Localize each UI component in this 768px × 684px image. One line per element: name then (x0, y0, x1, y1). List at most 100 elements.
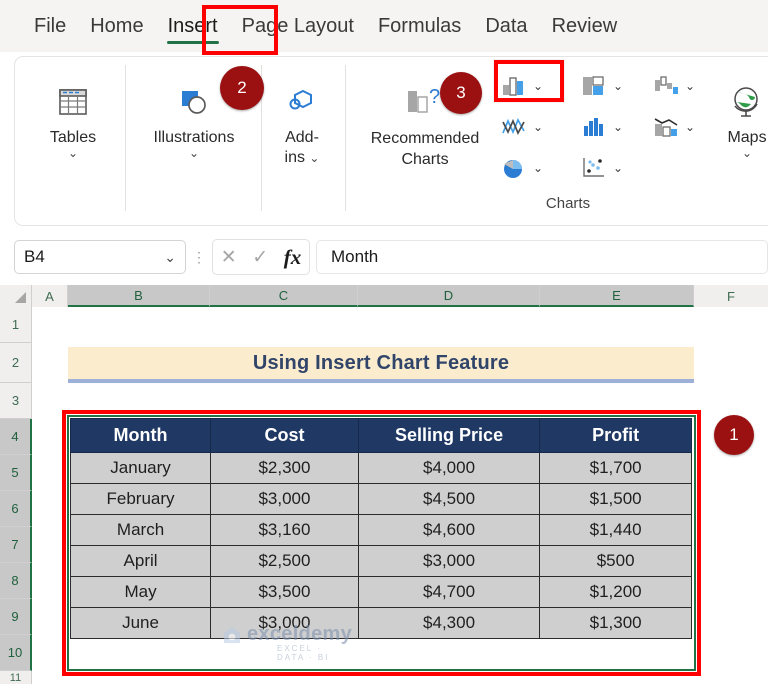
scatter-chart-button[interactable]: ⌄ (577, 153, 623, 183)
pie-doughnut-chevron-down-icon[interactable]: ⌄ (533, 161, 543, 175)
combo-chart-button[interactable]: ⌄ (649, 112, 695, 142)
line-area-chart-icon (497, 112, 531, 142)
column-header-row: A B C D E F (0, 285, 768, 307)
row-header-4[interactable]: 4 (0, 419, 32, 455)
column-bar-chart-button[interactable]: ⌄ (497, 71, 543, 101)
add-ins-chevron-down-icon[interactable]: ⌄ (309, 151, 319, 165)
line-area-chevron-down-icon[interactable]: ⌄ (533, 120, 543, 134)
enter-icon[interactable]: ✓ (252, 246, 268, 269)
cell-cost-june[interactable]: $3,000 (210, 607, 359, 639)
column-bar-chart-icon (497, 71, 531, 101)
formula-bar-drag-handle[interactable]: ⋮ (189, 250, 209, 264)
cell-cost-january[interactable]: $2,300 (210, 452, 359, 484)
cancel-icon[interactable]: ✕ (221, 246, 237, 269)
column-header-d-label: D (443, 287, 454, 303)
line-area-chart-button[interactable]: ⌄ (497, 112, 543, 142)
statistic-chart-icon (577, 112, 611, 142)
column-header-c[interactable]: C (210, 285, 358, 307)
row-header-9[interactable]: 9 (0, 599, 32, 635)
cell-profit-may[interactable]: $1,200 (539, 576, 692, 608)
name-box-value: B4 (24, 247, 45, 266)
row-header-10[interactable]: 10 (0, 635, 32, 671)
select-all-corner[interactable] (0, 285, 32, 307)
cell-profit-june[interactable]: $1,300 (539, 607, 692, 639)
tab-insert-label: Insert (167, 15, 218, 37)
illustrations-chevron-down-icon[interactable]: ⌄ (137, 147, 251, 159)
cell-cost-april[interactable]: $2,500 (210, 545, 359, 577)
callout-badge-1-number: 1 (729, 425, 739, 444)
tab-file[interactable]: File (22, 9, 78, 43)
sheet-title-text: Using Insert Chart Feature (252, 351, 510, 374)
cell-selling-price-march[interactable]: $4,600 (357, 514, 541, 546)
maps-chevron-down-icon[interactable]: ⌄ (711, 147, 768, 159)
column-header-b[interactable]: B (68, 285, 210, 307)
cell-month-february[interactable]: February (69, 483, 212, 515)
hierarchy-chevron-down-icon[interactable]: ⌄ (613, 79, 623, 93)
tab-home-label: Home (90, 15, 144, 37)
cell-month-january[interactable]: January (69, 452, 212, 484)
cell-selling-price-january[interactable]: $4,000 (357, 452, 541, 484)
row-header-6[interactable]: 6 (0, 491, 32, 527)
sheet-title-banner: Using Insert Chart Feature (68, 347, 694, 379)
tab-review[interactable]: Review (540, 9, 630, 43)
tab-home[interactable]: Home (78, 9, 155, 43)
table-row: April $2,500 $3,000 $500 (69, 545, 692, 577)
hierarchy-chart-button[interactable]: ⌄ (577, 71, 623, 101)
cell-selling-price-may[interactable]: $4,700 (357, 576, 541, 608)
cell-selling-price-february[interactable]: $4,500 (357, 483, 541, 515)
cell-profit-march[interactable]: $1,440 (539, 514, 692, 546)
column-header-f[interactable]: F (694, 285, 768, 307)
name-box[interactable]: B4 ⌄ (14, 240, 186, 274)
add-ins-label-line2: ins (284, 149, 305, 166)
waterfall-chevron-down-icon[interactable]: ⌄ (685, 79, 695, 93)
cell-selling-price-june[interactable]: $4,300 (357, 607, 541, 639)
scatter-chevron-down-icon[interactable]: ⌄ (613, 161, 623, 175)
tab-formulas[interactable]: Formulas (366, 9, 473, 43)
row-header-7[interactable]: 7 (0, 527, 32, 563)
cell-selling-price-april[interactable]: $3,000 (357, 545, 541, 577)
cell-month-may[interactable]: May (69, 576, 212, 608)
cell-month-june[interactable]: June (69, 607, 212, 639)
tables-label: Tables (49, 129, 97, 146)
statistic-chevron-down-icon[interactable]: ⌄ (613, 120, 623, 134)
row-header-1[interactable]: 1 (0, 307, 32, 343)
insert-function-icon[interactable]: fx (284, 245, 302, 270)
row-header-5[interactable]: 5 (0, 455, 32, 491)
cell-profit-february[interactable]: $1,500 (539, 483, 692, 515)
pie-doughnut-chart-button[interactable]: ⌄ (497, 153, 543, 183)
cell-cost-may[interactable]: $3,500 (210, 576, 359, 608)
data-table: Month Cost Selling Price Profit January … (69, 418, 692, 639)
statistic-chart-button[interactable]: ⌄ (577, 112, 623, 142)
name-box-chevron-down-icon[interactable]: ⌄ (164, 249, 176, 266)
column-bar-chevron-down-icon[interactable]: ⌄ (533, 79, 543, 93)
cell-month-april[interactable]: April (69, 545, 212, 577)
row-header-8[interactable]: 8 (0, 563, 32, 599)
tab-page-layout[interactable]: Page Layout (230, 9, 366, 43)
tables-button[interactable]: Tables ⌄ (25, 79, 121, 159)
column-header-e[interactable]: E (540, 285, 694, 307)
cell-profit-january[interactable]: $1,700 (539, 452, 692, 484)
maps-button[interactable]: Maps ⌄ (711, 79, 768, 159)
row-header-2[interactable]: 2 (0, 343, 32, 383)
add-ins-icon (263, 79, 341, 125)
cell-profit-april[interactable]: $500 (539, 545, 692, 577)
combo-chevron-down-icon[interactable]: ⌄ (685, 120, 695, 134)
cell-cost-march[interactable]: $3,160 (210, 514, 359, 546)
waterfall-chart-button[interactable]: ⌄ (649, 71, 695, 101)
cell-cost-february[interactable]: $3,000 (210, 483, 359, 515)
tab-data[interactable]: Data (473, 9, 539, 43)
cell-month-march[interactable]: March (69, 514, 212, 546)
table-header-cost[interactable]: Cost (210, 418, 359, 453)
table-header-month[interactable]: Month (69, 418, 212, 453)
tab-insert[interactable]: Insert (156, 9, 230, 44)
tables-chevron-down-icon[interactable]: ⌄ (25, 147, 121, 159)
table-header-selling-price[interactable]: Selling Price (357, 418, 541, 453)
column-header-d[interactable]: D (358, 285, 540, 307)
column-header-a[interactable]: A (32, 285, 68, 307)
row-header-11[interactable]: 11 (0, 671, 32, 684)
table-header-profit[interactable]: Profit (539, 418, 692, 453)
add-ins-button[interactable]: Add- ins ⌄ (263, 79, 341, 168)
formula-input[interactable]: Month (316, 240, 768, 274)
row-header-3[interactable]: 3 (0, 383, 32, 419)
column-header-b-label: B (134, 287, 143, 303)
